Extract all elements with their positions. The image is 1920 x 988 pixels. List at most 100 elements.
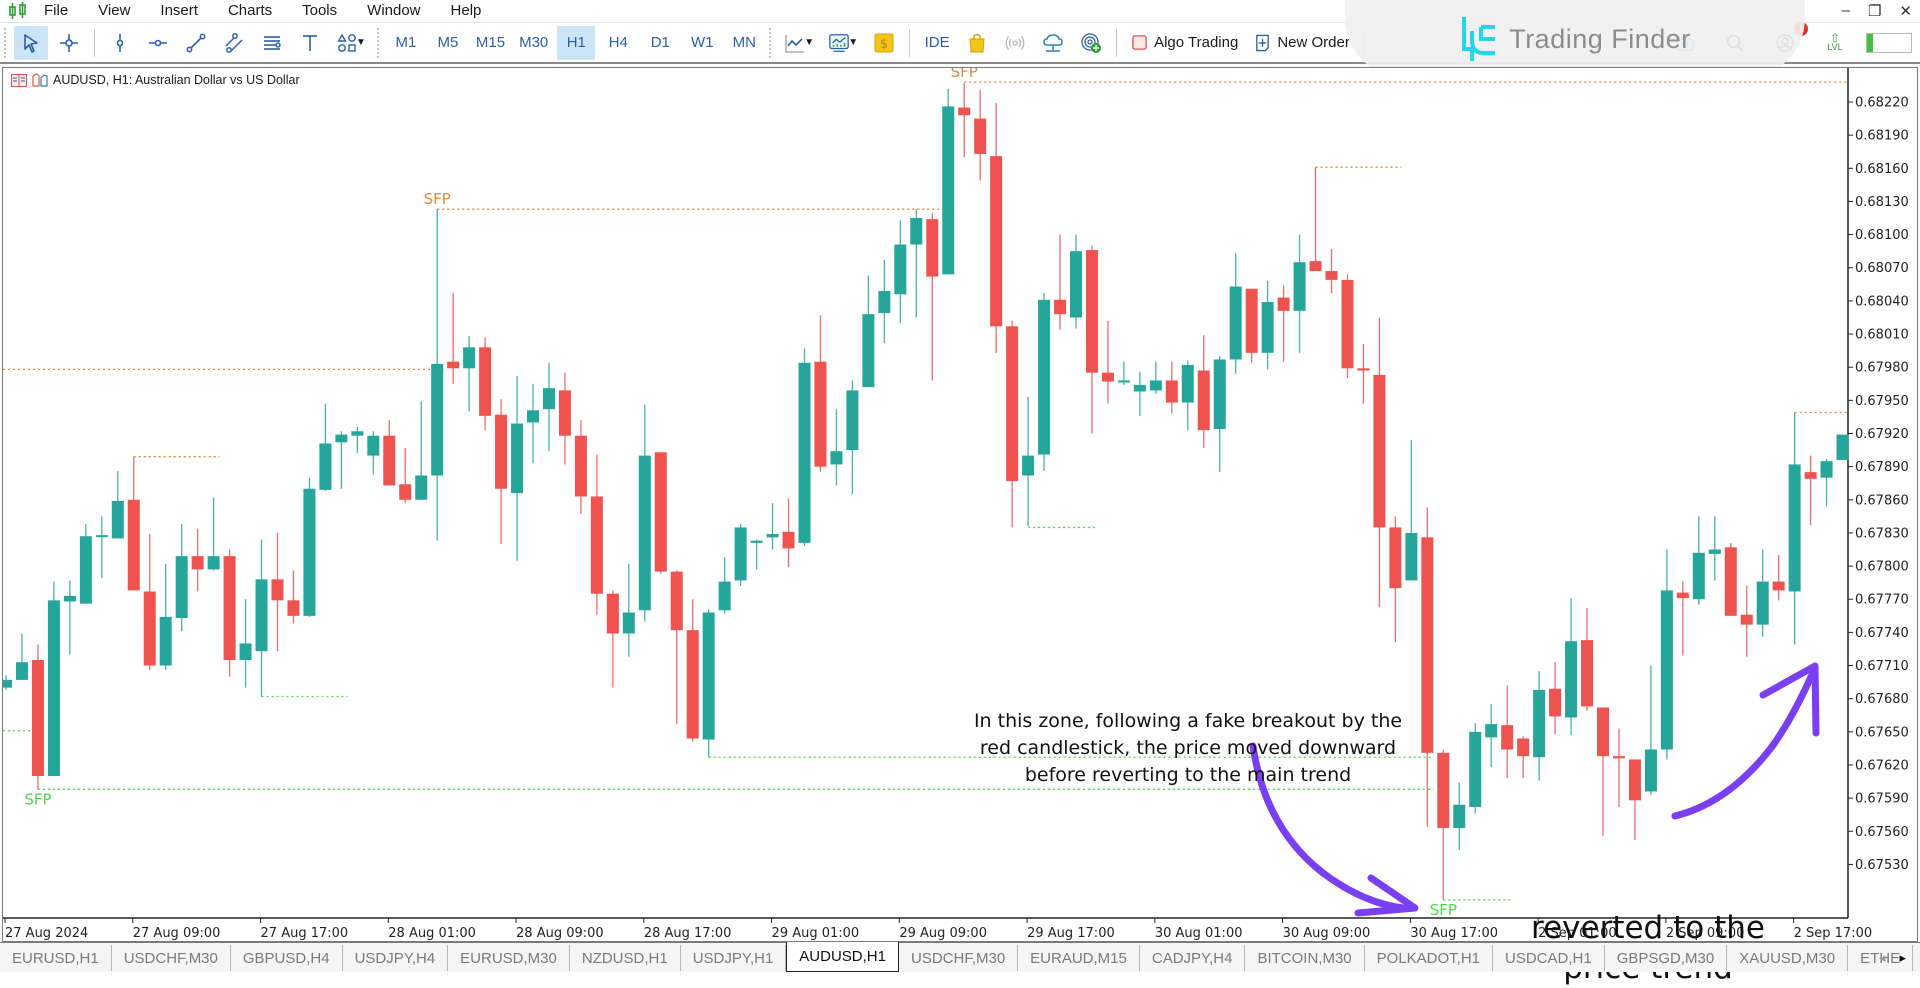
bullish-candle[interactable] bbox=[638, 455, 651, 611]
bearish-candle[interactable] bbox=[1740, 614, 1753, 625]
bullish-candle[interactable] bbox=[862, 314, 875, 388]
bullish-candle[interactable] bbox=[846, 390, 859, 451]
community-button[interactable] bbox=[1074, 26, 1108, 60]
bearish-candle[interactable] bbox=[958, 107, 971, 116]
bearish-candle[interactable] bbox=[1804, 472, 1817, 479]
bullish-candle[interactable] bbox=[1836, 434, 1849, 461]
one-click-trading-icon[interactable] bbox=[32, 73, 48, 87]
bearish-candle[interactable] bbox=[1676, 592, 1689, 599]
market-depth-icon[interactable] bbox=[11, 73, 27, 87]
bearish-candle[interactable] bbox=[223, 556, 236, 661]
bullish-candle[interactable] bbox=[79, 536, 92, 604]
menu-help[interactable]: Help bbox=[451, 2, 482, 19]
bearish-candle[interactable] bbox=[1628, 759, 1641, 801]
bearish-candle[interactable] bbox=[558, 390, 571, 436]
bearish-candle[interactable] bbox=[1197, 370, 1210, 431]
algo-trading-button[interactable]: Algo Trading bbox=[1125, 26, 1244, 60]
tab-eurusd-m30[interactable]: EURUSD,M30 bbox=[448, 945, 570, 971]
menu-window[interactable]: Window bbox=[367, 2, 420, 19]
bearish-candle[interactable] bbox=[127, 499, 140, 591]
bearish-candle[interactable] bbox=[1277, 297, 1290, 311]
close-button[interactable]: ✕ bbox=[1899, 2, 1912, 20]
bullish-candle[interactable] bbox=[3, 679, 12, 688]
bullish-candle[interactable] bbox=[1261, 302, 1274, 353]
bearish-candle[interactable] bbox=[287, 600, 300, 616]
bullish-candle[interactable] bbox=[111, 500, 124, 539]
bearish-candle[interactable] bbox=[399, 484, 412, 500]
bullish-candle[interactable] bbox=[1149, 380, 1162, 391]
bullish-candle[interactable] bbox=[1117, 380, 1130, 383]
tab-usdcad-h1[interactable]: USDCAD,H1 bbox=[1493, 945, 1605, 971]
bearish-candle[interactable] bbox=[383, 435, 396, 486]
bullish-candle[interactable] bbox=[431, 363, 444, 476]
bullish-candle[interactable] bbox=[542, 388, 555, 410]
chart-type-button[interactable]: ▼ bbox=[779, 26, 819, 60]
timeframe-m15[interactable]: M15 bbox=[471, 26, 510, 60]
price-chart[interactable]: 0.68220 0.68190 0.68160 0.68130 0.68100 0.680… bbox=[3, 68, 1917, 941]
toolbar-grip[interactable] bbox=[769, 27, 773, 58]
tab-usdchf-m30[interactable]: USDCHF,M30 bbox=[899, 945, 1019, 971]
bullish-candle[interactable] bbox=[1692, 552, 1705, 600]
bullish-candle[interactable] bbox=[1485, 724, 1498, 738]
bullish-candle[interactable] bbox=[878, 290, 891, 314]
bearish-candle[interactable] bbox=[1357, 368, 1370, 371]
text-button[interactable] bbox=[293, 26, 327, 60]
bullish-candle[interactable] bbox=[207, 556, 220, 570]
bullish-candle[interactable] bbox=[1038, 299, 1051, 455]
trendline-button[interactable] bbox=[179, 26, 213, 60]
chart-window[interactable]: 0.68220 0.68190 0.68160 0.68130 0.68100 0.680… bbox=[2, 67, 1918, 986]
bullish-candle[interactable] bbox=[1453, 804, 1466, 828]
tab-cadjpy-h4[interactable]: CADJPY,H4 bbox=[1140, 945, 1246, 971]
bullish-candle[interactable] bbox=[1756, 581, 1769, 625]
bullish-candle[interactable] bbox=[1069, 251, 1082, 318]
tab-eurusd-h1[interactable]: EURUSD,H1 bbox=[0, 945, 112, 971]
tab-gbpusd-h4[interactable]: GBPUSD,H4 bbox=[231, 945, 343, 971]
bearish-candle[interactable] bbox=[1341, 279, 1354, 369]
horizontal-line-button[interactable] bbox=[141, 26, 175, 60]
tab-usdchf-m30[interactable]: USDCHF,M30 bbox=[112, 945, 231, 971]
bearish-candle[interactable] bbox=[654, 452, 667, 572]
menu-charts[interactable]: Charts bbox=[228, 2, 272, 19]
bullish-candle[interactable] bbox=[239, 643, 252, 661]
bullish-candle[interactable] bbox=[830, 451, 843, 465]
vertical-line-button[interactable] bbox=[103, 26, 137, 60]
bullish-candle[interactable] bbox=[303, 488, 316, 616]
bullish-candle[interactable] bbox=[1820, 461, 1833, 478]
bullish-candle[interactable] bbox=[63, 595, 76, 602]
bullish-candle[interactable] bbox=[15, 662, 28, 680]
timeframe-h1[interactable]: H1 bbox=[557, 25, 596, 60]
bullish-candle[interactable] bbox=[1660, 590, 1673, 750]
bearish-candle[interactable] bbox=[1325, 271, 1338, 280]
timeframe-m30[interactable]: M30 bbox=[514, 26, 553, 60]
bullish-candle[interactable] bbox=[1405, 532, 1418, 581]
ide-button[interactable]: IDE bbox=[918, 26, 956, 60]
tab-euraud-m15[interactable]: EURAUD,M15 bbox=[1018, 945, 1140, 971]
timeframe-m1[interactable]: M1 bbox=[387, 26, 425, 60]
indicators-button[interactable]: ▼ bbox=[823, 26, 863, 60]
bearish-candle[interactable] bbox=[1373, 374, 1386, 528]
bullish-candle[interactable] bbox=[942, 106, 955, 275]
bearish-candle[interactable] bbox=[1549, 688, 1562, 717]
fibonacci-button[interactable] bbox=[255, 26, 289, 60]
bullish-candle[interactable] bbox=[1293, 262, 1306, 311]
bullish-candle[interactable] bbox=[718, 581, 731, 611]
bearish-candle[interactable] bbox=[495, 414, 508, 489]
bullish-candle[interactable] bbox=[175, 556, 188, 619]
bullish-candle[interactable] bbox=[1133, 384, 1146, 392]
bearish-candle[interactable] bbox=[31, 660, 44, 777]
bearish-candle[interactable] bbox=[1724, 547, 1737, 616]
bearish-candle[interactable] bbox=[1597, 707, 1609, 757]
tab-nzdusd-h1[interactable]: NZDUSD,H1 bbox=[570, 945, 681, 971]
trading-button[interactable]: $ bbox=[867, 26, 901, 60]
bearish-candle[interactable] bbox=[1054, 299, 1067, 315]
timeframe-mn[interactable]: MN bbox=[725, 26, 763, 60]
bearish-candle[interactable] bbox=[974, 118, 987, 154]
tab-usdjpy-h1[interactable]: USDJPY,H1 bbox=[681, 945, 787, 971]
bullish-candle[interactable] bbox=[511, 423, 524, 494]
menu-file[interactable]: File bbox=[44, 2, 68, 19]
bearish-candle[interactable] bbox=[1085, 250, 1098, 373]
bearish-candle[interactable] bbox=[686, 630, 699, 739]
bullish-candle[interactable] bbox=[622, 612, 635, 634]
bearish-candle[interactable] bbox=[447, 361, 460, 369]
bullish-candle[interactable] bbox=[1469, 731, 1482, 807]
